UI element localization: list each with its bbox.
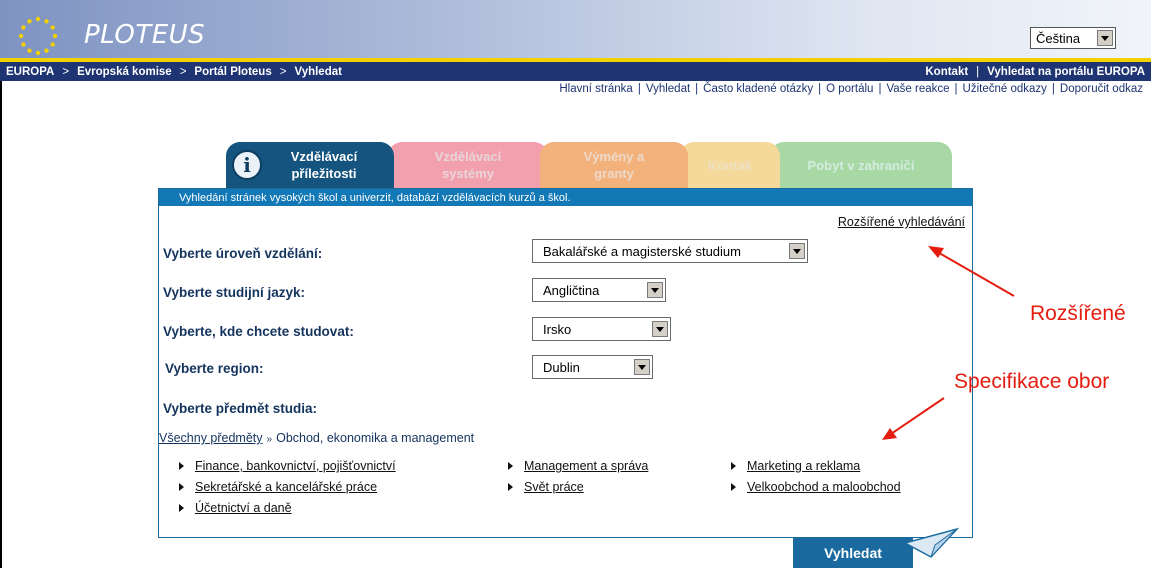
breadcrumb-separator: > (279, 65, 287, 78)
breadcrumb-item-search: Vyhledat (294, 65, 342, 78)
advanced-search-link[interactable]: Rozšířené vyhledávání (838, 215, 965, 229)
breadcrumb: EUROPA > Evropská komise > Portál Ploteu… (0, 62, 1151, 81)
panel-description: Vyhledání stránek vysokých škol a univer… (159, 189, 972, 206)
study-language-select[interactable]: Angličtina (532, 278, 666, 302)
subject-label: Vyberte předmět studia: (163, 401, 318, 416)
site-logo-text[interactable]: PLOTEUS (84, 20, 205, 50)
subject-link-accounting[interactable]: Účetnictví a daně (179, 501, 292, 515)
bullet-icon (179, 504, 184, 512)
subject-link-management[interactable]: Management a správa (508, 459, 648, 473)
education-level-label: Vyberte úroveň vzdělání: (163, 246, 323, 261)
tab-label-line2: příležitosti (291, 166, 357, 181)
current-subject-category: Obchod, ekonomika a management (276, 431, 475, 445)
breadcrumb-separator: > (179, 65, 187, 78)
subject-link-label: Marketing a reklama (747, 459, 861, 473)
subject-link-finance[interactable]: Finance, bankovnictví, pojišťovnictví (179, 459, 396, 473)
annotation-specification: Specifikace obor (954, 370, 1110, 393)
subject-breadcrumb: Všechny předměty» Obchod, ekonomika a man… (159, 431, 474, 445)
chevron-down-icon[interactable] (1097, 30, 1113, 46)
nav-link-about[interactable]: O portálu (826, 83, 873, 95)
region-select[interactable]: Dublin (532, 355, 653, 379)
site-header: PLOTEUS Čeština (0, 0, 1151, 58)
subject-link-label: Management a správa (524, 459, 649, 473)
bullet-icon (508, 462, 513, 470)
subject-link-label: Sekretářské a kancelářské práce (195, 480, 378, 494)
tab-label-line2: granty (594, 166, 634, 181)
tab-label-line1: Vzdělávací (434, 149, 502, 164)
nav-link-useful-links[interactable]: Užitečné odkazy (963, 83, 1047, 95)
subject-link-label: Svět práce (524, 480, 584, 494)
subject-crumb-separator: » (266, 434, 273, 445)
breadcrumb-separator: > (62, 65, 70, 78)
education-level-value: Bakalářské a magisterské studium (543, 243, 741, 259)
chevron-down-icon[interactable] (634, 359, 650, 375)
bullet-icon (731, 483, 736, 491)
nav-link-search[interactable]: Vyhledat (646, 83, 690, 95)
europa-search-link[interactable]: Vyhledat na portálu EUROPA (987, 66, 1145, 78)
annotation-advanced: Rozšířené (1030, 302, 1126, 325)
nav-link-faq[interactable]: Často kladené otázky (703, 83, 813, 95)
chevron-down-icon[interactable] (647, 282, 663, 298)
all-subjects-link[interactable]: Všechny předměty (159, 431, 263, 445)
subject-link-label: Velkoobchod a maloobchod (747, 480, 901, 494)
study-country-value: Irsko (543, 321, 572, 337)
study-country-select[interactable]: Irsko (532, 317, 671, 341)
education-level-select[interactable]: Bakalářské a magisterské studium (532, 239, 808, 263)
page-left-border (0, 81, 2, 568)
nav-link-feedback[interactable]: Vaše reakce (886, 83, 949, 95)
bullet-icon (179, 462, 184, 470)
tab-exchanges-grants[interactable]: Výmény a granty (540, 142, 688, 188)
region-label: Vyberte region: (165, 361, 264, 376)
study-country-label: Vyberte, kde chcete studovat: (163, 324, 354, 339)
subject-link-marketing[interactable]: Marketing a reklama (731, 459, 860, 473)
subject-link-secretarial[interactable]: Sekretářské a kancelářské práce (179, 480, 377, 494)
search-panel: Vyhledání stránek vysokých škol a univer… (158, 188, 973, 538)
paper-plane-icon (905, 527, 960, 558)
breadcrumb-item-europa[interactable]: EUROPA (6, 66, 54, 78)
subject-link-world-of-work[interactable]: Svět práce (508, 480, 584, 494)
eu-stars-logo-icon (16, 14, 60, 58)
chevron-down-icon[interactable] (652, 321, 668, 337)
tab-label: Kontak (707, 157, 753, 173)
nav-link-home[interactable]: Hlavní stránka (559, 83, 633, 95)
tab-label-line1: Výmény a (583, 149, 645, 164)
bullet-icon (731, 462, 736, 470)
link-separator: | (976, 65, 980, 78)
breadcrumb-item-portal[interactable]: Portál Ploteus (194, 66, 271, 78)
tab-living-abroad[interactable]: Pobyt v zahraničí (770, 142, 952, 188)
info-icon: i (232, 150, 262, 180)
search-button[interactable]: Vyhledat (793, 537, 913, 568)
top-navigation: Hlavní stránka | Vyhledat | Často kladené ot… (559, 83, 1143, 95)
subject-link-label: Finance, bankovnictví, pojišťovnictví (195, 459, 396, 473)
study-language-label: Vyberte studijní jazyk: (163, 285, 306, 300)
language-select[interactable]: Čeština (1030, 27, 1116, 49)
study-language-value: Angličtina (543, 282, 600, 298)
nav-link-recommend[interactable]: Doporučit odkaz (1060, 83, 1143, 95)
subject-link-retail[interactable]: Velkoobchod a maloobchod (731, 480, 901, 494)
tab-education-systems[interactable]: Vzdělávací systémy (388, 142, 548, 188)
bullet-icon (179, 483, 184, 491)
breadcrumb-item-commission[interactable]: Evropská komise (77, 66, 172, 78)
language-select-value: Čeština (1036, 30, 1081, 46)
tab-label-line2: systémy (441, 166, 495, 181)
tab-label-line1: Vzdělávací (290, 149, 358, 164)
region-value: Dublin (543, 359, 580, 375)
bullet-icon (508, 483, 513, 491)
tab-label: Pobyt v zahraničí (807, 157, 915, 173)
tab-contact[interactable]: Kontak (680, 142, 780, 188)
chevron-down-icon[interactable] (789, 243, 805, 259)
subject-link-label: Účetnictví a daně (195, 501, 292, 515)
contact-link[interactable]: Kontakt (925, 66, 968, 78)
